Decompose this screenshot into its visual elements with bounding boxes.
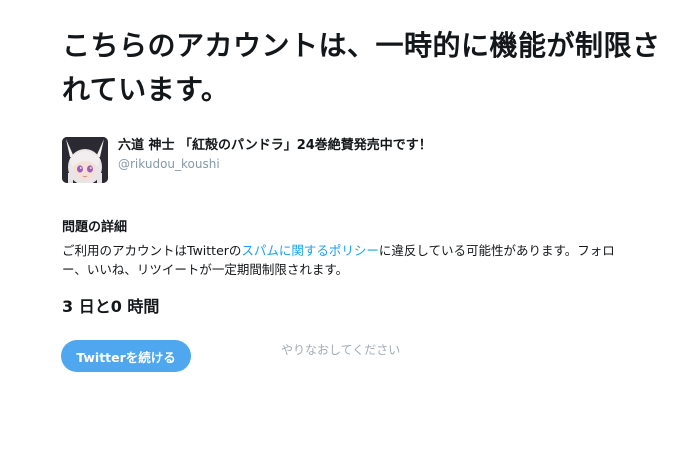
restriction-notice-page: こちらのアカウントは、一時的に機能が制限されています。 六道 神士 「紅殻のパン… <box>0 0 680 453</box>
details-body: ご利用のアカウントはTwitterのスパムに関するポリシーに違反している可能性が… <box>62 241 628 279</box>
account-text: 六道 神士 「紅殻のパンドラ」24巻絶賛発売中です！ @rikudou_kous… <box>118 138 432 172</box>
spam-policy-link[interactable]: スパムに関するポリシー <box>241 243 379 258</box>
display-name: 六道 神士 「紅殻のパンドラ」24巻絶賛発売中です！ <box>118 138 432 153</box>
account-card: 六道 神士 「紅殻のパンドラ」24巻絶賛発売中です！ @rikudou_kous… <box>62 137 432 185</box>
page-title: こちらのアカウントは、一時的に機能が制限されています。 <box>62 29 661 106</box>
account-handle: @rikudou_koushi <box>118 157 220 171</box>
avatar <box>62 137 108 183</box>
details-title: 問題の詳細 <box>62 220 128 235</box>
continue-to-twitter-button[interactable]: Twitterを続ける <box>61 340 191 372</box>
details-text-before: ご利用のアカウントはTwitterの <box>62 243 242 258</box>
restriction-duration: 3 日と0 時間 <box>62 297 160 316</box>
avatar-illustration-icon <box>62 137 108 183</box>
retry-link[interactable]: やりなおしてください <box>281 342 400 358</box>
